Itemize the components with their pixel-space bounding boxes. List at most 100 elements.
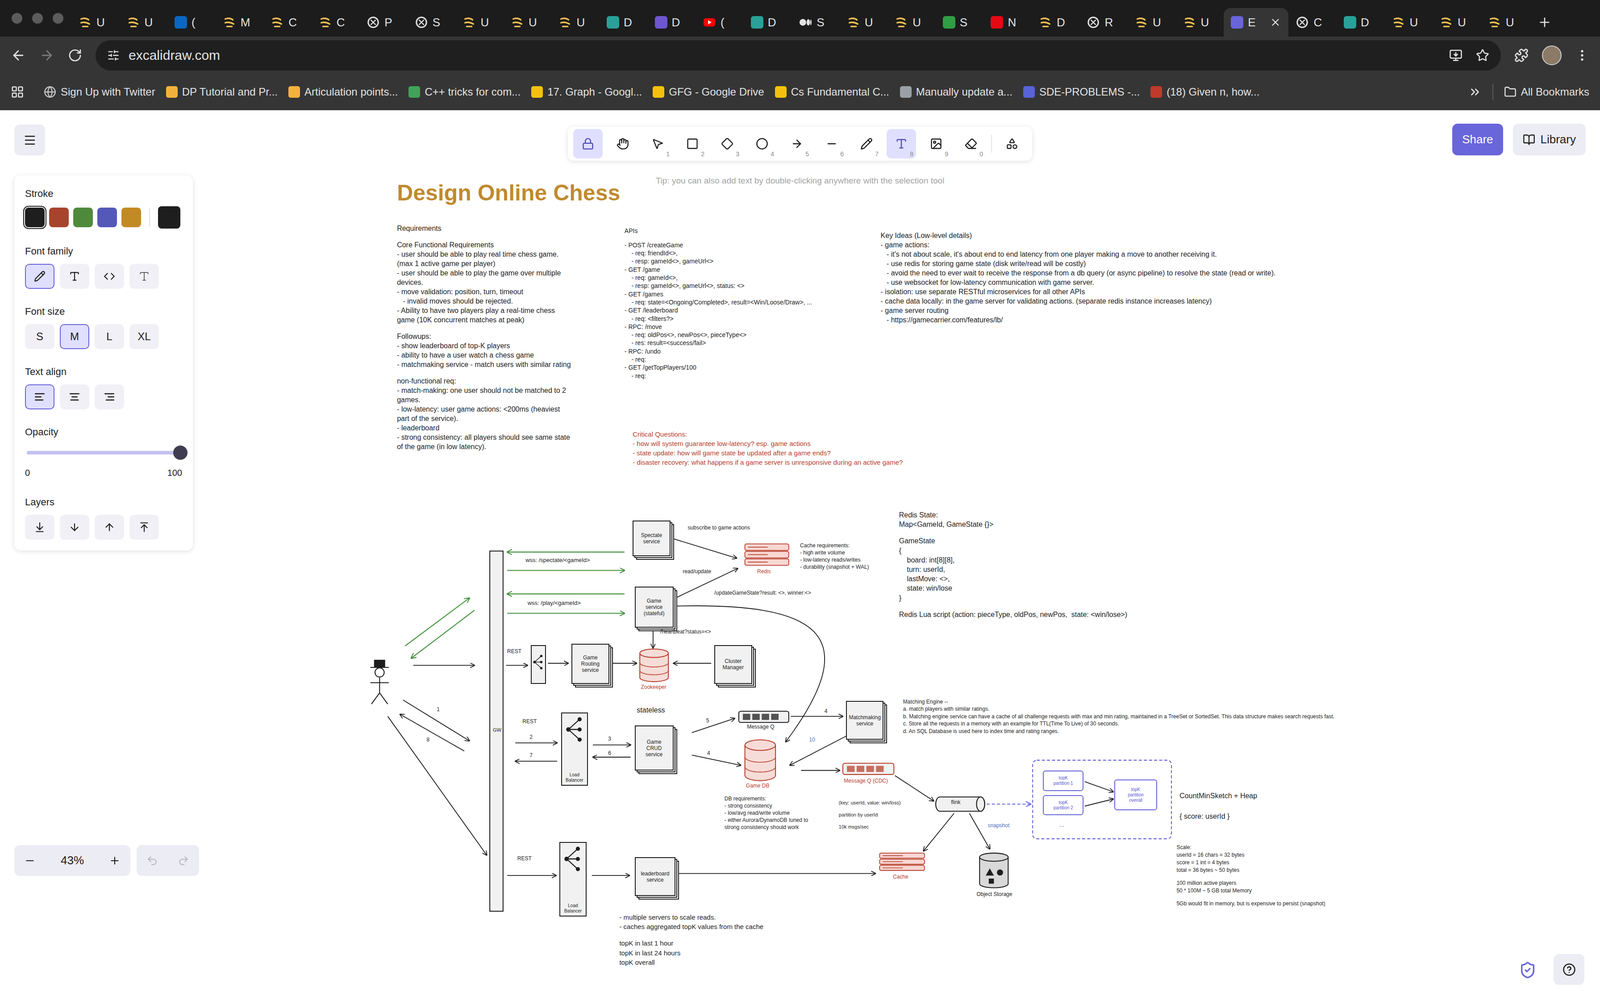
- extensions-icon[interactable]: [1514, 48, 1529, 63]
- bookmark[interactable]: (18) Given n, how...: [1150, 83, 1260, 100]
- font-size-button[interactable]: S: [25, 324, 55, 350]
- share-button[interactable]: Share: [1452, 123, 1503, 156]
- color-swatch[interactable]: [97, 207, 117, 228]
- tool-button[interactable]: 5: [782, 129, 812, 159]
- font-family-button[interactable]: [129, 263, 159, 289]
- more-bookmarks-icon[interactable]: [1468, 85, 1482, 99]
- text-align-button[interactable]: [94, 384, 125, 410]
- browser-tab[interactable]: C: [1288, 8, 1337, 37]
- new-tab-icon[interactable]: [1537, 15, 1552, 30]
- color-swatch[interactable]: [73, 207, 93, 228]
- tool-button[interactable]: 4: [747, 129, 777, 159]
- browser-tab[interactable]: U: [551, 8, 600, 37]
- library-button[interactable]: Library: [1512, 123, 1586, 156]
- help-button[interactable]: [1553, 954, 1585, 985]
- browser-tab[interactable]: U: [71, 8, 120, 37]
- color-swatch[interactable]: [25, 207, 45, 228]
- layer-button[interactable]: [59, 514, 90, 540]
- font-size-button[interactable]: XL: [129, 324, 159, 350]
- browser-tab[interactable]: S: [407, 8, 456, 37]
- browser-tab[interactable]: U: [887, 8, 936, 37]
- install-icon[interactable]: [1449, 48, 1463, 63]
- browser-tab[interactable]: U: [503, 8, 552, 37]
- profile-avatar[interactable]: [1541, 45, 1562, 66]
- font-family-button[interactable]: [94, 263, 125, 289]
- browser-tab[interactable]: S: [935, 8, 984, 37]
- encryption-shield-icon[interactable]: [1518, 961, 1537, 980]
- maximize-window-button[interactable]: [52, 12, 64, 24]
- forward-icon[interactable]: [39, 47, 55, 63]
- text-align-button[interactable]: [59, 384, 90, 410]
- bookmark-star-icon[interactable]: [1475, 48, 1490, 63]
- tool-button[interactable]: [608, 129, 638, 159]
- zoom-in-button[interactable]: [99, 845, 131, 876]
- canvas[interactable]: Design Online ChessRequirementsCore Func…: [0, 110, 1600, 1000]
- close-tab-icon[interactable]: [1269, 16, 1282, 29]
- redo-button[interactable]: [167, 845, 200, 876]
- layer-button[interactable]: [25, 514, 55, 540]
- tool-button[interactable]: 7: [851, 129, 882, 159]
- close-window-button[interactable]: [11, 12, 23, 24]
- minimize-window-button[interactable]: [32, 12, 43, 24]
- tool-button[interactable]: [573, 129, 603, 159]
- menu-icon[interactable]: [1575, 48, 1590, 63]
- bookmark[interactable]: Sign Up with Twitter: [43, 83, 156, 100]
- font-size-button[interactable]: L: [94, 324, 125, 350]
- browser-tab[interactable]: U: [119, 8, 168, 37]
- bookmark[interactable]: Cs Fundamental C...: [775, 83, 890, 100]
- text-align-button[interactable]: [25, 384, 55, 410]
- layer-button[interactable]: [129, 514, 159, 540]
- bookmark[interactable]: DP Tutorial and Pr...: [166, 83, 278, 100]
- font-size-button[interactable]: M: [59, 324, 90, 350]
- tool-button[interactable]: 0: [956, 129, 986, 159]
- browser-tab[interactable]: U: [1480, 8, 1530, 37]
- browser-tab[interactable]: C: [311, 8, 360, 37]
- browser-tab[interactable]: C: [263, 8, 312, 37]
- tool-button[interactable]: 1: [642, 129, 673, 159]
- color-swatch[interactable]: [121, 207, 142, 228]
- slider-thumb[interactable]: [173, 445, 188, 460]
- font-family-button[interactable]: [59, 263, 90, 289]
- bookmark[interactable]: C++ tricks for com...: [408, 83, 521, 100]
- tool-button[interactable]: 8: [886, 129, 917, 159]
- browser-tab[interactable]: (: [167, 8, 216, 37]
- browser-tab[interactable]: D: [599, 8, 648, 37]
- browser-tab[interactable]: U: [1127, 8, 1176, 37]
- zoom-out-button[interactable]: [14, 845, 46, 876]
- browser-tab[interactable]: E: [1223, 8, 1289, 37]
- address-bar[interactable]: excalidraw.com: [95, 40, 1501, 71]
- browser-tab[interactable]: P: [359, 8, 408, 37]
- browser-tab[interactable]: N: [983, 8, 1032, 37]
- all-bookmarks[interactable]: All Bookmarks: [1504, 83, 1590, 100]
- bookmark[interactable]: SDE-PROBLEMS -...: [1023, 83, 1140, 100]
- tool-button[interactable]: [997, 129, 1027, 159]
- tool-button[interactable]: 9: [921, 129, 951, 159]
- layer-button[interactable]: [94, 514, 125, 540]
- tool-button[interactable]: 3: [712, 129, 742, 159]
- browser-tab[interactable]: R: [1079, 8, 1128, 37]
- browser-tab[interactable]: U: [839, 8, 888, 37]
- back-icon[interactable]: [10, 47, 26, 63]
- browser-tab[interactable]: U: [1432, 8, 1481, 37]
- site-info-icon[interactable]: [107, 49, 120, 62]
- reload-icon[interactable]: [67, 48, 83, 63]
- browser-tab[interactable]: U: [1384, 8, 1434, 37]
- undo-button[interactable]: [136, 845, 168, 876]
- bookmark[interactable]: Manually update a...: [900, 83, 1013, 100]
- browser-tab[interactable]: U: [455, 8, 504, 37]
- zoom-level[interactable]: 43%: [45, 851, 100, 870]
- browser-tab[interactable]: M: [215, 8, 264, 37]
- opacity-slider[interactable]: [26, 444, 181, 461]
- browser-tab[interactable]: D: [1336, 8, 1385, 37]
- browser-tab[interactable]: (: [695, 8, 744, 37]
- menu-button[interactable]: [14, 124, 46, 156]
- apps-icon[interactable]: [10, 85, 25, 99]
- tool-button[interactable]: 6: [816, 129, 847, 159]
- bookmark[interactable]: GFG - Google Drive: [652, 83, 764, 100]
- current-color[interactable]: [158, 206, 181, 229]
- browser-tab[interactable]: D: [647, 8, 696, 37]
- browser-tab[interactable]: U: [1175, 8, 1225, 37]
- browser-tab[interactable]: S: [791, 8, 840, 37]
- font-family-button[interactable]: [25, 263, 55, 289]
- browser-tab[interactable]: D: [1031, 8, 1080, 37]
